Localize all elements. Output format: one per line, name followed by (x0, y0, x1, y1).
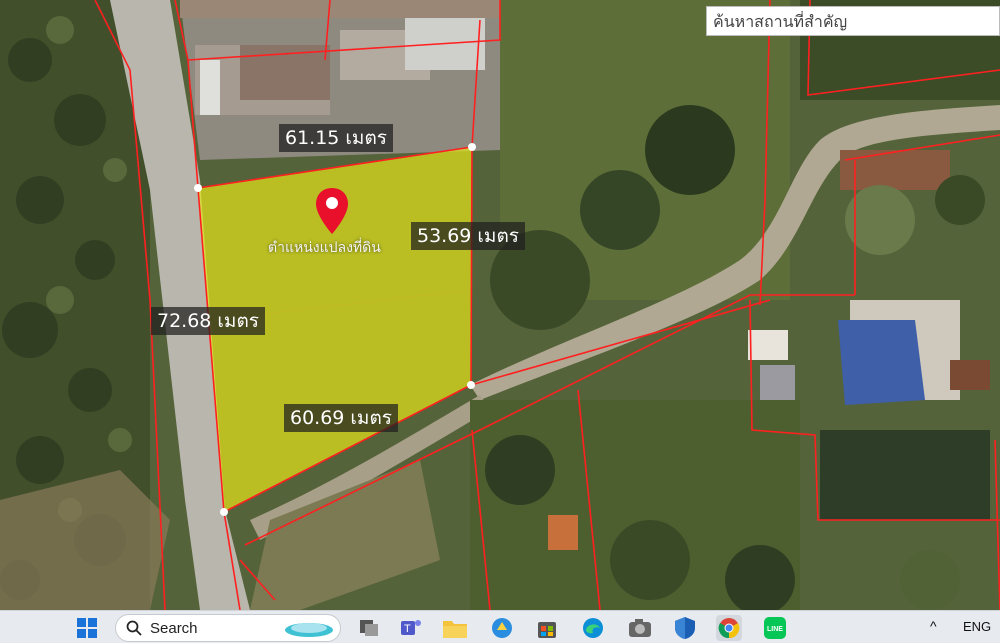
language-indicator[interactable]: ENG (963, 619, 991, 634)
edge-icon[interactable] (580, 615, 606, 641)
copilot-icon[interactable] (489, 615, 515, 641)
taskbar-search-label: Search (150, 619, 198, 637)
defender-icon[interactable] (672, 615, 698, 641)
svg-text:LINE: LINE (767, 626, 783, 633)
edge-length-bottom: 60.69 เมตร (284, 404, 398, 432)
edge-length-top: 61.15 เมตร (279, 124, 393, 152)
teams-icon[interactable]: T (398, 615, 424, 641)
edge-length-right: 53.69 เมตร (411, 222, 525, 250)
chrome-icon[interactable] (716, 615, 742, 641)
satellite-map[interactable]: ตำแหน่งแปลงที่ดิน 61.15 เมตร 53.69 เมตร … (0, 0, 1000, 610)
edge-length-left: 72.68 เมตร (151, 307, 265, 335)
tray-overflow-chevron[interactable]: ^ (930, 618, 937, 634)
line-icon[interactable]: LINE (762, 615, 788, 641)
search-highlight-icon (285, 623, 333, 637)
taskbar-search-box[interactable]: Search (115, 614, 341, 642)
windows-start-icon[interactable] (74, 615, 100, 641)
parcel-name-label: ตำแหน่งแปลงที่ดิน (268, 240, 381, 256)
location-pin-icon[interactable] (314, 186, 350, 236)
satellite-imagery (0, 0, 1000, 610)
landmark-search-box[interactable] (706, 6, 1000, 36)
search-icon (126, 620, 142, 636)
microsoft-store-icon[interactable] (534, 615, 560, 641)
svg-text:T: T (404, 623, 411, 635)
windows-taskbar: Search T LINE ^ ENG (0, 610, 1000, 643)
file-explorer-icon[interactable] (442, 615, 468, 641)
camera-icon[interactable] (627, 615, 653, 641)
task-view-icon[interactable] (356, 615, 382, 641)
landmark-search-input[interactable] (711, 10, 999, 32)
